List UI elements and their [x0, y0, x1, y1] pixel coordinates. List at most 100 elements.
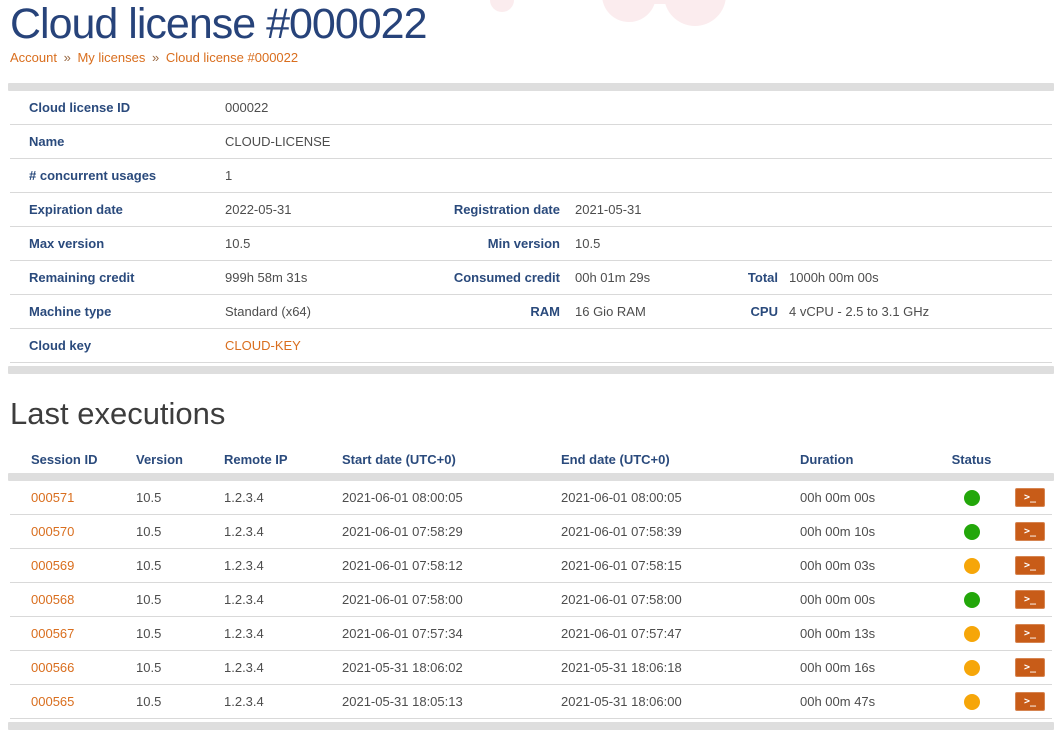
detail-value: 2022-05-31 — [225, 202, 448, 217]
detail-value: 10.5 — [560, 236, 720, 251]
detail-row: Max version10.5Min version10.5 — [10, 226, 1052, 260]
remote-ip-cell: 1.2.3.4 — [224, 524, 342, 539]
session-id-cell: 000567 — [31, 626, 136, 641]
status-cell — [940, 660, 1015, 676]
status-cell — [940, 626, 1015, 642]
terminal-button[interactable]: >_ — [1015, 692, 1045, 711]
detail-label: Remaining credit — [29, 270, 225, 285]
license-details-section: Cloud license ID000022NameCLOUD-LICENSE#… — [10, 83, 1052, 374]
terminal-button[interactable]: >_ — [1015, 624, 1045, 643]
session-id-link[interactable]: 000571 — [31, 490, 74, 505]
breadcrumb-separator: » — [60, 50, 74, 65]
status-cell — [940, 490, 1015, 506]
execution-row: 00056810.51.2.3.42021-06-01 07:58:002021… — [10, 582, 1052, 616]
start-date-cell: 2021-06-01 07:58:00 — [342, 592, 561, 607]
start-date-cell: 2021-06-01 07:58:29 — [342, 524, 561, 539]
execution-row: 00056910.51.2.3.42021-06-01 07:58:122021… — [10, 548, 1052, 582]
end-date-cell: 2021-06-01 07:57:47 — [561, 626, 800, 641]
status-cell — [940, 694, 1015, 710]
execution-row: 00057110.51.2.3.42021-06-01 08:00:052021… — [10, 481, 1052, 514]
session-id-link[interactable]: 000568 — [31, 592, 74, 607]
remote-ip-cell: 1.2.3.4 — [224, 660, 342, 675]
terminal-icon: >_ — [1024, 527, 1036, 537]
session-id-cell: 000568 — [31, 592, 136, 607]
version-cell: 10.5 — [136, 660, 224, 675]
terminal-button[interactable]: >_ — [1015, 556, 1045, 575]
column-header-version: Version — [136, 452, 224, 467]
detail-value: 999h 58m 31s — [225, 270, 448, 285]
session-id-link[interactable]: 000570 — [31, 524, 74, 539]
terminal-button[interactable]: >_ — [1015, 590, 1045, 609]
status-cell — [940, 558, 1015, 574]
detail-label: Max version — [29, 236, 225, 251]
end-date-cell: 2021-05-31 18:06:18 — [561, 660, 800, 675]
session-id-link[interactable]: 000567 — [31, 626, 74, 641]
start-date-cell: 2021-06-01 08:00:05 — [342, 490, 561, 505]
duration-cell: 00h 00m 10s — [800, 524, 940, 539]
end-date-cell: 2021-06-01 08:00:05 — [561, 490, 800, 505]
end-date-cell: 2021-06-01 07:58:00 — [561, 592, 800, 607]
license-details-table: Cloud license ID000022NameCLOUD-LICENSE#… — [10, 91, 1052, 363]
detail-value: 00h 01m 29s — [560, 270, 720, 285]
detail-label: Machine type — [29, 304, 225, 319]
detail-row: Cloud license ID000022 — [10, 91, 1052, 124]
detail-label: Cloud license ID — [29, 100, 225, 115]
execution-row: 00057010.51.2.3.42021-06-01 07:58:292021… — [10, 514, 1052, 548]
breadcrumb-link[interactable]: Cloud license #000022 — [166, 50, 298, 65]
action-cell: >_ — [1015, 522, 1052, 541]
duration-cell: 00h 00m 00s — [800, 490, 940, 505]
column-header-start-date-utc-0: Start date (UTC+0) — [342, 452, 561, 467]
breadcrumb-link[interactable]: My licenses — [77, 50, 145, 65]
session-id-link[interactable]: 000565 — [31, 694, 74, 709]
detail-label: Cloud key — [29, 338, 225, 353]
page: Cloud license #000022 Account » My licen… — [0, 0, 1062, 730]
action-cell: >_ — [1015, 556, 1052, 575]
terminal-icon: >_ — [1024, 697, 1036, 707]
action-cell: >_ — [1015, 590, 1052, 609]
remote-ip-cell: 1.2.3.4 — [224, 626, 342, 641]
detail-value: 1000h 00m 00s — [778, 270, 1052, 285]
executions-section: Session IDVersionRemote IPStart date (UT… — [10, 449, 1052, 730]
start-date-cell: 2021-06-01 07:57:34 — [342, 626, 561, 641]
session-id-cell: 000571 — [31, 490, 136, 505]
column-header-duration: Duration — [800, 452, 940, 467]
cloud-key-link[interactable]: CLOUD-KEY — [225, 338, 301, 353]
status-dot-icon — [964, 694, 980, 710]
detail-row: Remaining credit999h 58m 31sConsumed cre… — [10, 260, 1052, 294]
action-cell: >_ — [1015, 658, 1052, 677]
terminal-button[interactable]: >_ — [1015, 522, 1045, 541]
status-dot-icon — [964, 626, 980, 642]
detail-label: Min version — [448, 236, 560, 251]
end-date-cell: 2021-06-01 07:58:39 — [561, 524, 800, 539]
execution-row: 000567 10.51.2.3.42021-06-01 07:57:342021… — [10, 616, 1052, 650]
detail-label: # concurrent usages — [29, 168, 225, 183]
session-id-link[interactable]: 000566 — [31, 660, 74, 675]
duration-cell: 00h 00m 16s — [800, 660, 940, 675]
terminal-icon: >_ — [1024, 595, 1036, 605]
detail-label: CPU — [720, 304, 778, 319]
status-dot-icon — [964, 592, 980, 608]
executions-header-row: Session IDVersionRemote IPStart date (UT… — [10, 449, 1052, 469]
version-cell: 10.5 — [136, 694, 224, 709]
session-id-cell: 000569 — [31, 558, 136, 573]
detail-label: RAM — [448, 304, 560, 319]
detail-label: Total — [720, 270, 778, 285]
terminal-icon: >_ — [1024, 663, 1036, 673]
detail-value: 1 — [225, 168, 448, 183]
terminal-button[interactable]: >_ — [1015, 488, 1045, 507]
detail-value: Standard (x64) — [225, 304, 448, 319]
session-id-link[interactable]: 000569 — [31, 558, 74, 573]
version-cell: 10.5 — [136, 626, 224, 641]
detail-row: NameCLOUD-LICENSE — [10, 124, 1052, 158]
detail-row: # concurrent usages1 — [10, 158, 1052, 192]
session-id-cell: 000570 — [31, 524, 136, 539]
session-id-cell: 000566 — [31, 660, 136, 675]
execution-row: 00056510.51.2.3.42021-05-31 18:05:132021… — [10, 684, 1052, 718]
session-id-cell: 000565 — [31, 694, 136, 709]
detail-row: Cloud keyCLOUD-KEY — [10, 328, 1052, 362]
terminal-button[interactable]: >_ — [1015, 658, 1045, 677]
page-title: Cloud license #000022 — [10, 0, 1052, 48]
breadcrumb-separator: » — [148, 50, 162, 65]
last-executions-heading: Last executions — [10, 396, 1052, 432]
breadcrumb-link[interactable]: Account — [10, 50, 57, 65]
